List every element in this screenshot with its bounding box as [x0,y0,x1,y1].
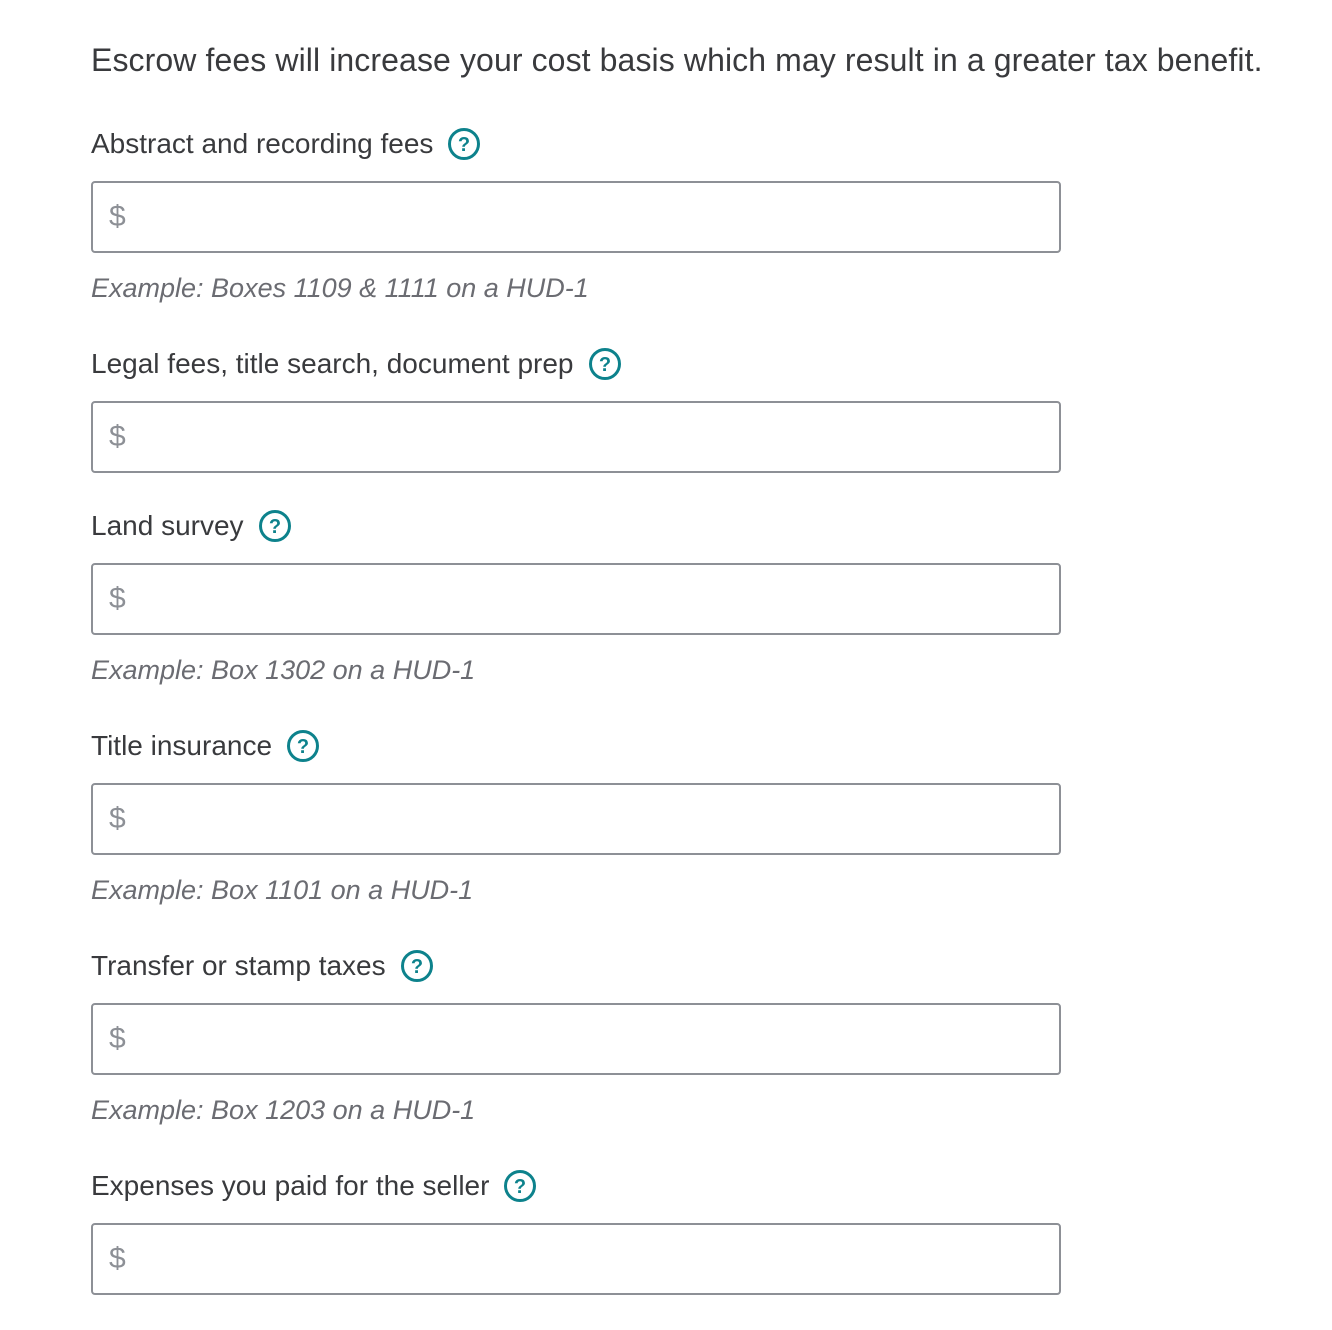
field-label: Title insurance [91,730,273,761]
amount-input-box[interactable]: $ [91,783,1061,855]
question-circle-icon[interactable]: ? [400,949,434,983]
field-title-insurance: Title insurance ? $ Example: Box 1101 on… [91,724,1061,910]
field-label: Transfer or stamp taxes [91,950,386,981]
field-label-row: Expenses you paid for the seller ? [91,1164,1061,1208]
amount-input-box[interactable]: $ [91,1003,1061,1075]
field-label-row: Title insurance ? [91,724,1061,768]
question-circle-icon[interactable]: ? [503,1169,537,1203]
svg-text:?: ? [514,1176,526,1198]
amount-input-box[interactable]: $ [91,1223,1061,1295]
field-label-row: Legal fees, title search, document prep … [91,342,1061,386]
amount-input-box[interactable]: $ [91,181,1061,253]
field-label-row: Abstract and recording fees ? [91,122,1061,166]
dollar-sign: $ [109,582,126,615]
svg-text:?: ? [598,354,610,376]
svg-text:?: ? [268,516,280,538]
dollar-sign: $ [109,802,126,835]
dollar-sign: $ [109,200,126,233]
field-label: Legal fees, title search, document prep [91,348,574,379]
field-land-survey: Land survey ? $ Example: Box 1302 on a H… [91,504,1061,690]
field-abstract-recording-fees: Abstract and recording fees ? $ Example:… [91,122,1061,308]
field-label-row: Land survey ? [91,504,1061,548]
amount-input[interactable] [137,403,1047,471]
svg-text:?: ? [297,736,309,758]
field-legal-fees: Legal fees, title search, document prep … [91,342,1061,473]
amount-input-box[interactable]: $ [91,563,1061,635]
svg-text:?: ? [458,134,470,156]
question-circle-icon[interactable]: ? [588,347,622,381]
amount-input[interactable] [137,565,1047,633]
field-transfer-stamp-taxes: Transfer or stamp taxes ? $ Example: Box… [91,944,1061,1130]
field-label: Abstract and recording fees [91,128,434,159]
intro-text: Escrow fees will increase your cost basi… [91,42,1263,78]
field-label-row: Transfer or stamp taxes ? [91,944,1061,988]
field-example-hint: Example: Boxes 1109 & 1111 on a HUD-1 [91,273,589,303]
field-example-hint: Example: Box 1203 on a HUD-1 [91,1095,476,1125]
question-circle-icon[interactable]: ? [258,509,292,543]
amount-input[interactable] [137,183,1047,251]
field-expenses-paid-for-seller: Expenses you paid for the seller ? $ [91,1164,1061,1295]
dollar-sign: $ [109,420,126,453]
dollar-sign: $ [109,1242,126,1275]
field-example-hint: Example: Box 1101 on a HUD-1 [91,875,474,905]
question-circle-icon[interactable]: ? [447,127,481,161]
amount-input[interactable] [137,1005,1047,1073]
question-circle-icon[interactable]: ? [286,729,320,763]
field-label: Expenses you paid for the seller [91,1170,490,1201]
amount-input[interactable] [137,1225,1047,1293]
field-label: Land survey [91,510,244,541]
dollar-sign: $ [109,1022,126,1055]
svg-text:?: ? [411,956,423,978]
amount-input[interactable] [137,785,1047,853]
field-example-hint: Example: Box 1302 on a HUD-1 [91,655,476,685]
amount-input-box[interactable]: $ [91,401,1061,473]
